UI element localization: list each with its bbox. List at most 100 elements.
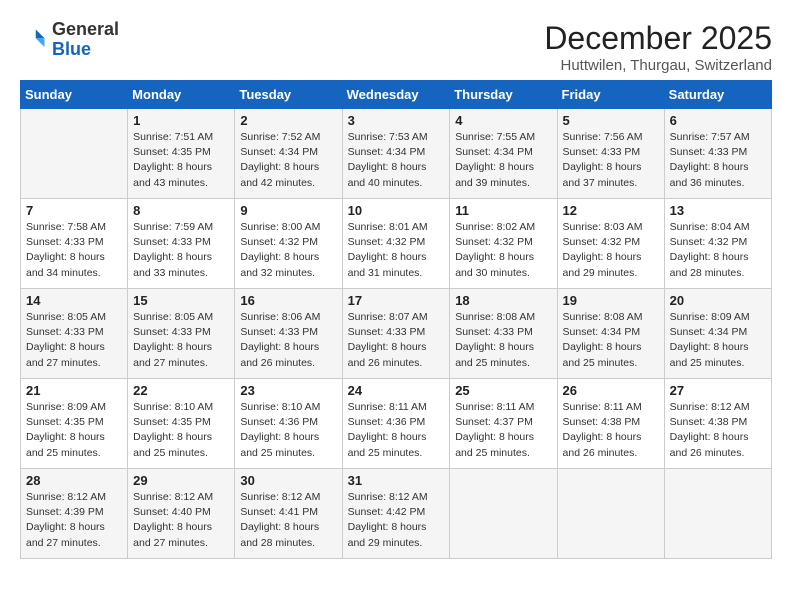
calendar-cell: 11 Sunrise: 8:02 AM Sunset: 4:32 PM Dayli… [450, 199, 557, 289]
location: Huttwilen, Thurgau, Switzerland [544, 57, 772, 74]
day-number: 7 [26, 203, 122, 218]
calendar-cell: 14 Sunrise: 8:05 AM Sunset: 4:33 PM Dayli… [21, 289, 128, 379]
day-number: 9 [240, 203, 336, 218]
calendar-cell: 15 Sunrise: 8:05 AM Sunset: 4:33 PM Dayli… [128, 289, 235, 379]
day-number: 4 [455, 113, 551, 128]
day-info: Sunrise: 8:05 AM Sunset: 4:33 PM Dayligh… [26, 310, 122, 371]
calendar-cell: 5 Sunrise: 7:56 AM Sunset: 4:33 PM Daylig… [557, 109, 664, 199]
day-info: Sunrise: 8:11 AM Sunset: 4:36 PM Dayligh… [348, 400, 445, 461]
weekday-header: Saturday [664, 81, 771, 109]
logo-text: General Blue [52, 20, 119, 60]
day-info: Sunrise: 8:10 AM Sunset: 4:36 PM Dayligh… [240, 400, 336, 461]
day-number: 20 [670, 293, 766, 308]
day-number: 21 [26, 383, 122, 398]
day-info: Sunrise: 8:07 AM Sunset: 4:33 PM Dayligh… [348, 310, 445, 371]
calendar-week-row: 7 Sunrise: 7:58 AM Sunset: 4:33 PM Daylig… [21, 199, 772, 289]
calendar-week-row: 28 Sunrise: 8:12 AM Sunset: 4:39 PM Dayli… [21, 469, 772, 559]
calendar-cell: 7 Sunrise: 7:58 AM Sunset: 4:33 PM Daylig… [21, 199, 128, 289]
day-info: Sunrise: 8:08 AM Sunset: 4:34 PM Dayligh… [563, 310, 659, 371]
day-info: Sunrise: 8:12 AM Sunset: 4:38 PM Dayligh… [670, 400, 766, 461]
calendar-cell: 2 Sunrise: 7:52 AM Sunset: 4:34 PM Daylig… [235, 109, 342, 199]
day-info: Sunrise: 7:57 AM Sunset: 4:33 PM Dayligh… [670, 130, 766, 191]
day-number: 25 [455, 383, 551, 398]
calendar-cell: 30Sunrise: 8:12 AM Sunset: 4:41 PM Dayli… [235, 469, 342, 559]
day-info: Sunrise: 7:56 AM Sunset: 4:33 PM Dayligh… [563, 130, 659, 191]
weekday-header: Sunday [21, 81, 128, 109]
logo: General Blue [20, 20, 119, 60]
day-info: Sunrise: 7:59 AM Sunset: 4:33 PM Dayligh… [133, 220, 229, 281]
day-number: 28 [26, 473, 122, 488]
calendar-cell: 24 Sunrise: 8:11 AM Sunset: 4:36 PM Dayli… [342, 379, 450, 469]
day-info: Sunrise: 7:52 AM Sunset: 4:34 PM Dayligh… [240, 130, 336, 191]
day-info: Sunrise: 8:06 AM Sunset: 4:33 PM Dayligh… [240, 310, 336, 371]
day-number: 22 [133, 383, 229, 398]
day-number: 5 [563, 113, 659, 128]
calendar-cell: 29Sunrise: 8:12 AM Sunset: 4:40 PM Dayli… [128, 469, 235, 559]
day-info: Sunrise: 8:11 AM Sunset: 4:38 PM Dayligh… [563, 400, 659, 461]
day-info: Sunrise: 8:03 AM Sunset: 4:32 PM Dayligh… [563, 220, 659, 281]
day-number: 18 [455, 293, 551, 308]
day-number: 30 [240, 473, 336, 488]
calendar-cell: 12Sunrise: 8:03 AM Sunset: 4:32 PM Dayli… [557, 199, 664, 289]
calendar-cell: 3 Sunrise: 7:53 AM Sunset: 4:34 PM Daylig… [342, 109, 450, 199]
day-number: 24 [348, 383, 445, 398]
day-number: 23 [240, 383, 336, 398]
day-info: Sunrise: 8:12 AM Sunset: 4:39 PM Dayligh… [26, 490, 122, 551]
day-info: Sunrise: 7:51 AM Sunset: 4:35 PM Dayligh… [133, 130, 229, 191]
day-number: 17 [348, 293, 445, 308]
logo-icon [20, 26, 48, 54]
day-number: 1 [133, 113, 229, 128]
day-info: Sunrise: 8:09 AM Sunset: 4:34 PM Dayligh… [670, 310, 766, 371]
day-info: Sunrise: 8:00 AM Sunset: 4:32 PM Dayligh… [240, 220, 336, 281]
calendar-cell: 4 Sunrise: 7:55 AM Sunset: 4:34 PM Daylig… [450, 109, 557, 199]
day-number: 16 [240, 293, 336, 308]
day-number: 19 [563, 293, 659, 308]
day-info: Sunrise: 7:53 AM Sunset: 4:34 PM Dayligh… [348, 130, 445, 191]
day-number: 11 [455, 203, 551, 218]
calendar-cell: 1 Sunrise: 7:51 AM Sunset: 4:35 PM Daylig… [128, 109, 235, 199]
logo-blue: Blue [52, 39, 91, 59]
logo-general: General [52, 19, 119, 39]
day-info: Sunrise: 8:01 AM Sunset: 4:32 PM Dayligh… [348, 220, 445, 281]
day-info: Sunrise: 8:08 AM Sunset: 4:33 PM Dayligh… [455, 310, 551, 371]
calendar-cell [21, 109, 128, 199]
calendar-cell: 6 Sunrise: 7:57 AM Sunset: 4:33 PM Daylig… [664, 109, 771, 199]
day-number: 14 [26, 293, 122, 308]
calendar-cell [557, 469, 664, 559]
day-info: Sunrise: 8:09 AM Sunset: 4:35 PM Dayligh… [26, 400, 122, 461]
calendar-cell: 22Sunrise: 8:10 AM Sunset: 4:35 PM Dayli… [128, 379, 235, 469]
title-block: December 2025 Huttwilen, Thurgau, Switze… [544, 20, 772, 74]
day-info: Sunrise: 7:55 AM Sunset: 4:34 PM Dayligh… [455, 130, 551, 191]
calendar-cell: 8 Sunrise: 7:59 AM Sunset: 4:33 PM Daylig… [128, 199, 235, 289]
calendar-cell: 13 Sunrise: 8:04 AM Sunset: 4:32 PM Dayli… [664, 199, 771, 289]
calendar-cell [664, 469, 771, 559]
day-number: 13 [670, 203, 766, 218]
day-number: 2 [240, 113, 336, 128]
calendar-week-row: 1 Sunrise: 7:51 AM Sunset: 4:35 PM Daylig… [21, 109, 772, 199]
calendar-cell: 18 Sunrise: 8:08 AM Sunset: 4:33 PM Dayli… [450, 289, 557, 379]
weekday-header: Wednesday [342, 81, 450, 109]
calendar-table: SundayMondayTuesdayWednesdayThursdayFrid… [20, 80, 772, 559]
calendar-cell: 16 Sunrise: 8:06 AM Sunset: 4:33 PM Dayli… [235, 289, 342, 379]
day-info: Sunrise: 8:02 AM Sunset: 4:32 PM Dayligh… [455, 220, 551, 281]
day-number: 6 [670, 113, 766, 128]
calendar-week-row: 21 Sunrise: 8:09 AM Sunset: 4:35 PM Dayli… [21, 379, 772, 469]
weekday-header: Monday [128, 81, 235, 109]
day-number: 31 [348, 473, 445, 488]
calendar-cell: 20 Sunrise: 8:09 AM Sunset: 4:34 PM Dayli… [664, 289, 771, 379]
day-info: Sunrise: 7:58 AM Sunset: 4:33 PM Dayligh… [26, 220, 122, 281]
page-header: General Blue December 2025 Huttwilen, Th… [20, 20, 772, 74]
day-number: 3 [348, 113, 445, 128]
calendar-cell: 21 Sunrise: 8:09 AM Sunset: 4:35 PM Dayli… [21, 379, 128, 469]
day-number: 26 [563, 383, 659, 398]
day-info: Sunrise: 8:11 AM Sunset: 4:37 PM Dayligh… [455, 400, 551, 461]
calendar-cell: 9 Sunrise: 8:00 AM Sunset: 4:32 PM Daylig… [235, 199, 342, 289]
day-number: 8 [133, 203, 229, 218]
day-number: 15 [133, 293, 229, 308]
calendar-cell: 26 Sunrise: 8:11 AM Sunset: 4:38 PM Dayli… [557, 379, 664, 469]
day-info: Sunrise: 8:05 AM Sunset: 4:33 PM Dayligh… [133, 310, 229, 371]
day-number: 29 [133, 473, 229, 488]
day-number: 10 [348, 203, 445, 218]
day-info: Sunrise: 8:04 AM Sunset: 4:32 PM Dayligh… [670, 220, 766, 281]
calendar-week-row: 14 Sunrise: 8:05 AM Sunset: 4:33 PM Dayli… [21, 289, 772, 379]
